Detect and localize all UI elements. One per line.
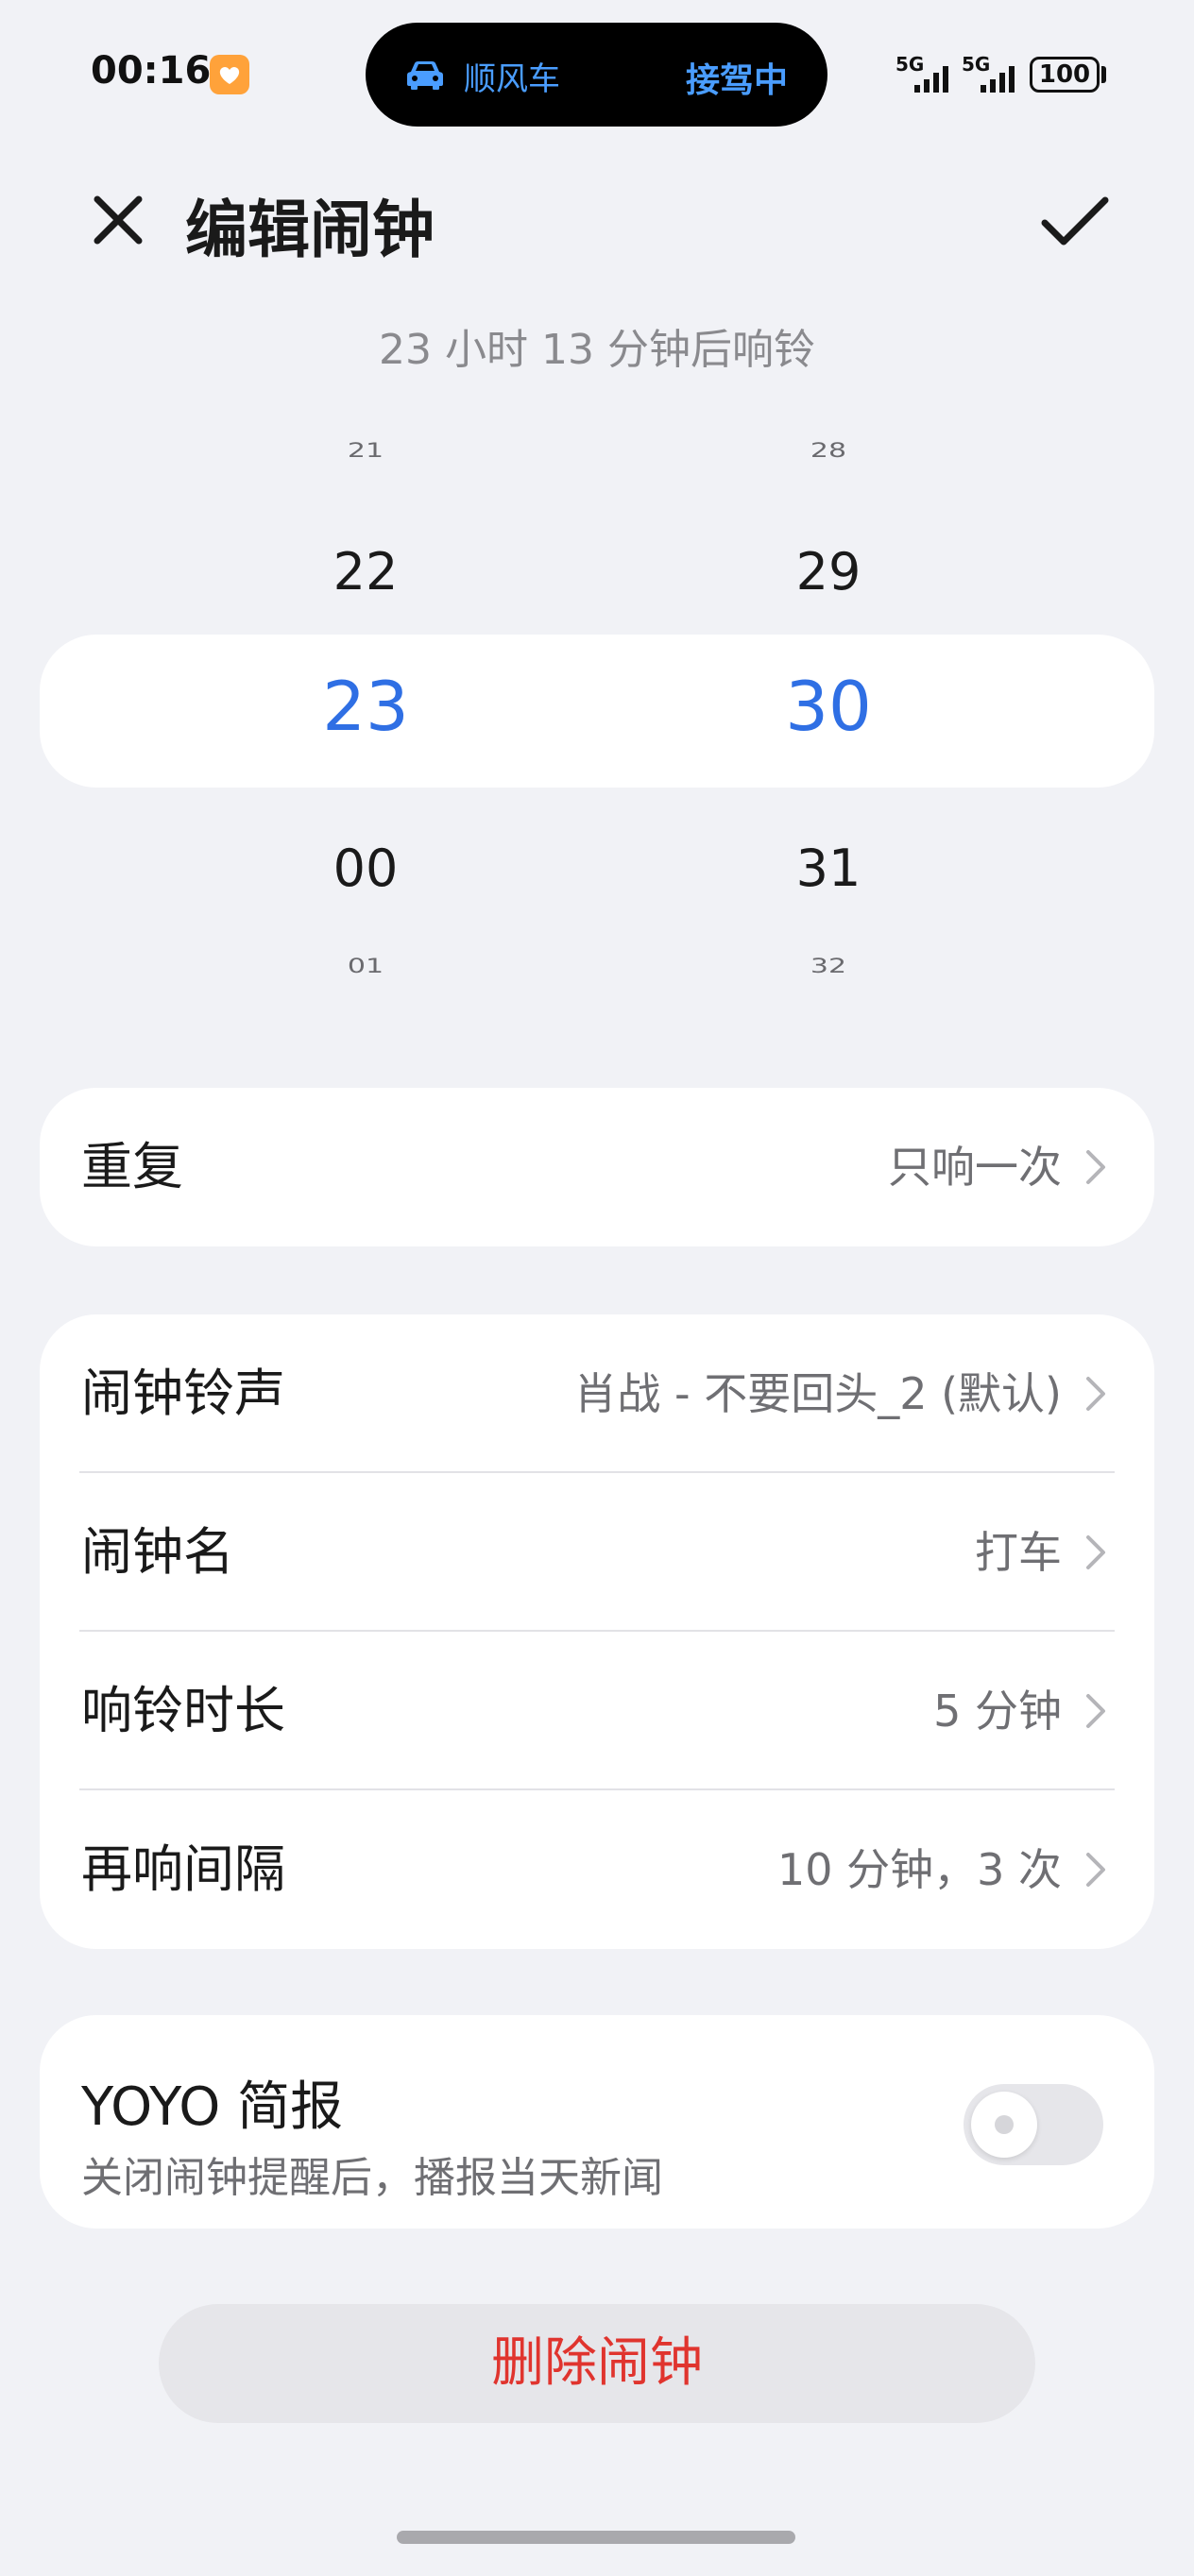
alarm-name-label: 闹钟名 [81,1522,234,1582]
alarm-name-row[interactable]: 闹钟名 打车 [40,1473,1154,1632]
island-ride-label: 顺风车 [464,60,560,98]
close-button[interactable] [83,185,153,255]
status-time: 00:16 [91,49,212,93]
battery-icon: 100 [1030,57,1100,93]
notification-app-icon [210,55,249,94]
repeat-card: 重复 只响一次 [40,1088,1154,1246]
hour-option[interactable]: 22 [243,542,488,602]
yoyo-briefing-description: 关闭闹钟提醒后，播报当天新闻 [81,2154,663,2202]
signal-bars-icon [914,66,948,93]
minute-picker[interactable]: 28 29 30 31 32 [706,415,951,1020]
minute-option[interactable]: 32 [706,955,951,978]
ringtone-label: 闹钟铃声 [81,1364,285,1423]
yoyo-briefing-card: YOYO 简报 关闭闹钟提醒后，播报当天新闻 [40,2015,1154,2229]
repeat-label: 重复 [81,1137,183,1196]
edit-alarm-screen: 00:16 顺风车 接驾中 5G 5G 100 编辑闹钟 23 小时 13 分钟… [0,0,1194,2576]
ring-duration-label: 响铃时长 [81,1681,285,1740]
yoyo-briefing-title: YOYO 简报 [81,2076,344,2138]
battery-tip [1101,66,1106,83]
hour-option[interactable]: 21 [243,439,488,463]
ringtone-value: 肖战 - 不要回头_2 (默认) [573,1368,1062,1419]
snooze-interval-value: 10 分钟，3 次 [776,1844,1062,1895]
yoyo-briefing-toggle[interactable] [964,2084,1103,2165]
page-title: 编辑闹钟 [185,194,435,266]
signal-1: 5G [896,53,956,94]
chevron-right-icon [1086,1853,1105,1887]
toggle-dot [995,2115,1014,2134]
snooze-interval-label: 再响间隔 [81,1839,285,1899]
toggle-knob [971,2092,1037,2158]
ring-duration-row[interactable]: 响铃时长 5 分钟 [40,1632,1154,1790]
chevron-right-icon [1086,1535,1105,1569]
checkmark-icon [1041,196,1109,246]
close-icon [94,195,143,245]
repeat-row[interactable]: 重复 只响一次 [40,1088,1154,1246]
ringtone-row[interactable]: 闹钟铃声 肖战 - 不要回头_2 (默认) [40,1314,1154,1473]
chevron-right-icon [1086,1377,1105,1411]
picker-selection-highlight [40,635,1154,788]
hour-picker[interactable]: 21 22 23 00 01 [243,415,488,1020]
alarm-settings-card: 闹钟铃声 肖战 - 不要回头_2 (默认) 闹钟名 打车 响铃时长 5 分钟 再… [40,1314,1154,1949]
delete-alarm-button[interactable]: 删除闹钟 [159,2304,1035,2423]
minute-option[interactable]: 31 [706,839,951,898]
alarm-name-value: 打车 [975,1527,1062,1578]
hour-option[interactable]: 01 [243,955,488,978]
battery-level: 100 [1038,60,1091,89]
signal-2: 5G [962,53,1022,94]
dynamic-island[interactable]: 顺风车 接驾中 [366,23,827,127]
ring-duration-value: 5 分钟 [933,1686,1062,1737]
island-status-label: 接驾中 [685,61,788,100]
chevron-right-icon [1086,1694,1105,1728]
ring-countdown-text: 23 小时 13 分钟后响铃 [379,326,815,374]
repeat-value: 只响一次 [888,1142,1062,1193]
home-indicator[interactable] [397,2531,795,2544]
snooze-interval-row[interactable]: 再响间隔 10 分钟，3 次 [40,1790,1154,1949]
hour-option[interactable]: 00 [243,839,488,898]
signal-bars-icon [981,66,1015,93]
minute-option[interactable]: 28 [706,439,951,463]
chevron-right-icon [1086,1150,1105,1184]
selected-hour[interactable]: 23 [243,667,488,746]
selected-minute[interactable]: 30 [706,667,951,746]
minute-option[interactable]: 29 [706,542,951,602]
confirm-button[interactable] [1035,181,1115,261]
car-icon [407,61,443,90]
